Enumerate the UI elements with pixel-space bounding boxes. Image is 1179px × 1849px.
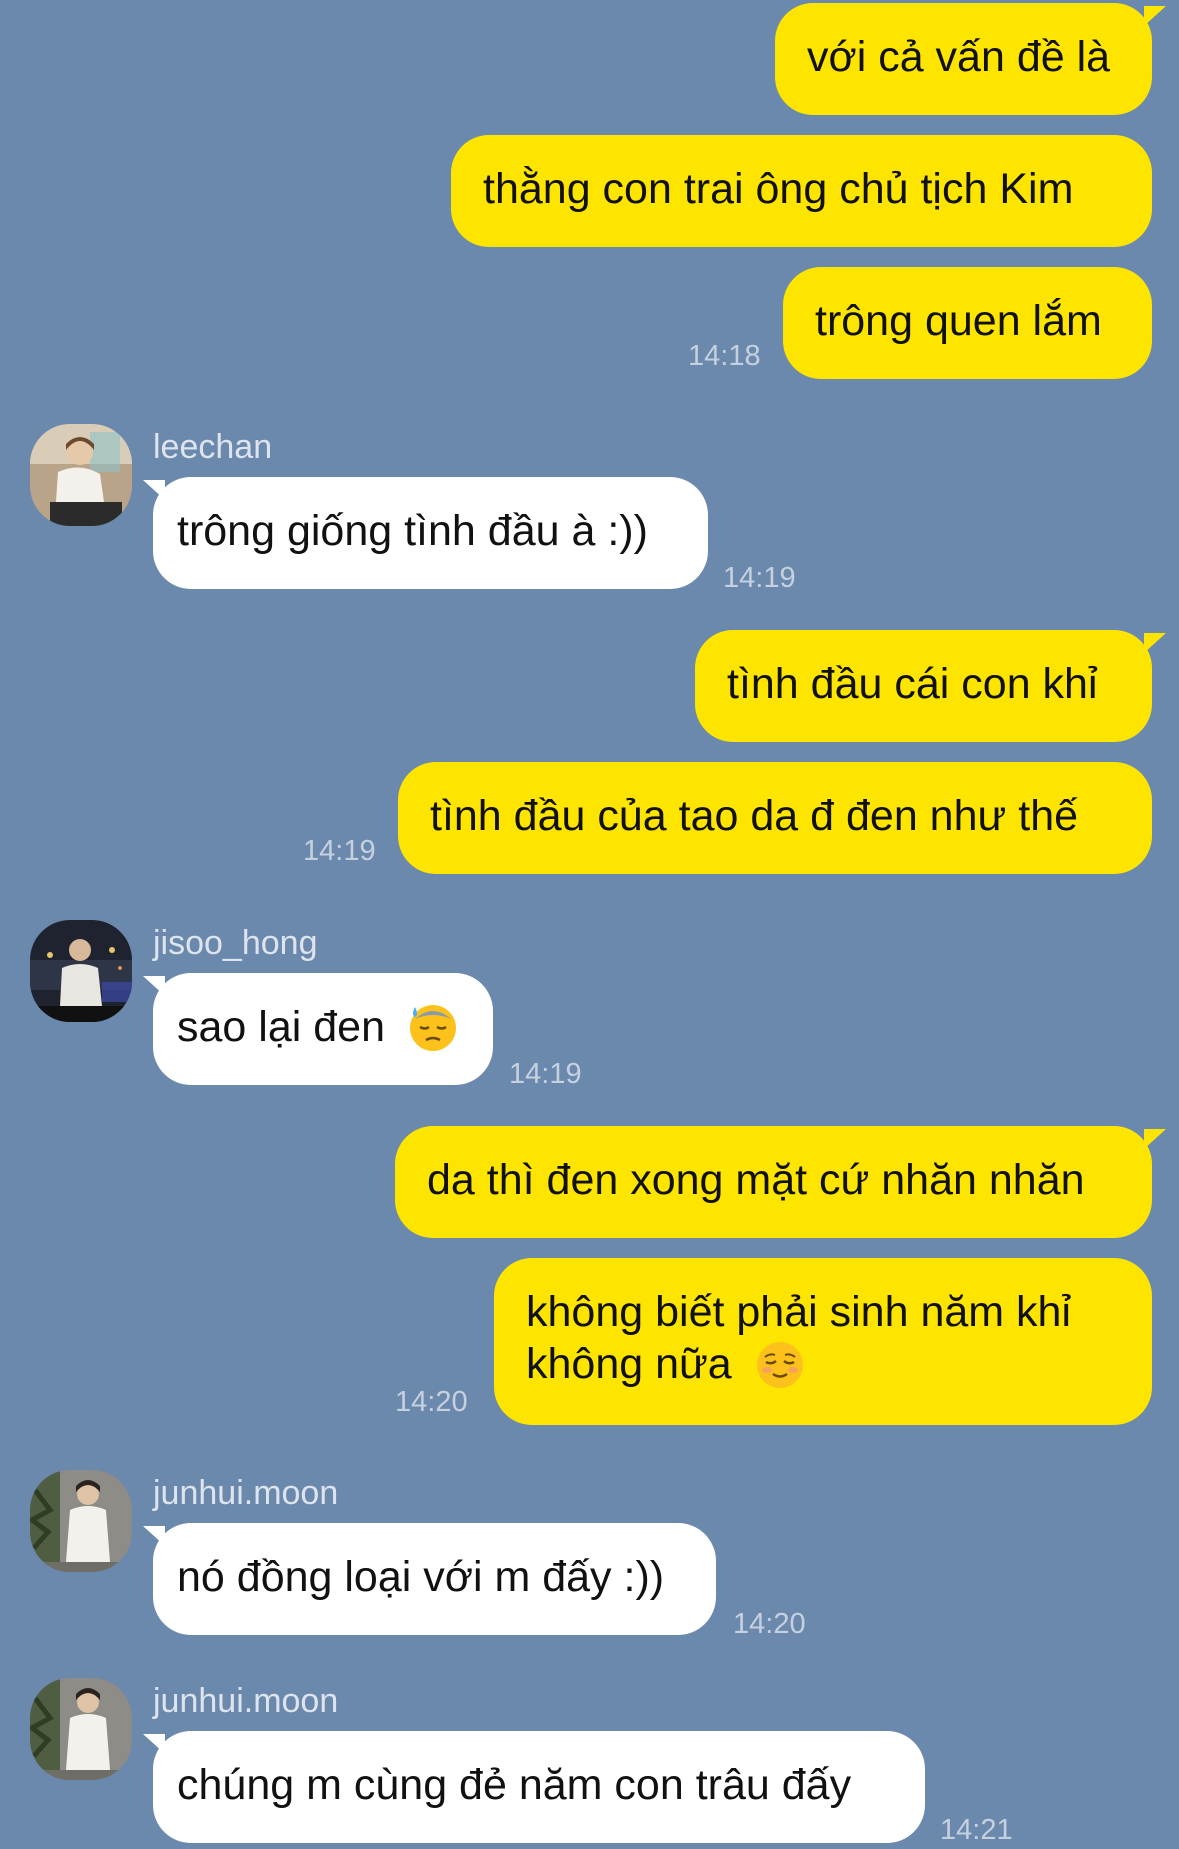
their-message-bubble[interactable]: chúng m cùng đẻ năm con trâu đấy [153, 1731, 925, 1843]
message-text: trông quen lắm [815, 297, 1102, 345]
message-text: trông giống tình đầu à :)) [177, 507, 648, 555]
downcast-sweat-face-emoji [409, 1004, 456, 1051]
sender-name: jisoo_hong [153, 924, 318, 962]
bubble-tail [1144, 633, 1166, 653]
sender-name: leechan [153, 428, 273, 466]
message-text: tình đầu cái con khỉ [727, 660, 1098, 708]
bubble-tail [1144, 6, 1166, 26]
message-text-line: không biết phải sinh năm khỉ [526, 1288, 1072, 1336]
my-message-bubble[interactable]: tình đầu cái con khỉ [695, 630, 1152, 742]
avatar-jisoo-hong[interactable] [30, 920, 132, 1022]
message-text: không nữa [526, 1340, 732, 1388]
message-text: da thì đen xong mặt cứ nhăn nhăn [427, 1156, 1085, 1204]
message-text: chúng m cùng đẻ năm con trâu đấy [177, 1761, 852, 1809]
message-timestamp: 14:19 [723, 562, 796, 594]
sender-name: junhui.moon [153, 1474, 339, 1512]
their-message-bubble[interactable]: trông giống tình đầu à :)) [153, 477, 708, 589]
sender-name: junhui.moon [153, 1682, 339, 1720]
avatar-junhui-moon[interactable] [30, 1470, 132, 1572]
my-message-bubble[interactable]: thằng con trai ông chủ tịch Kim [451, 135, 1152, 247]
message-timestamp: 14:18 [688, 340, 761, 372]
avatar-leechan[interactable] [30, 424, 132, 526]
message-text: với cả vấn đề là [807, 33, 1111, 81]
my-message-bubble[interactable]: trông quen lắm [783, 267, 1152, 379]
message-text: tình đầu của tao da đ đen như thế [430, 792, 1079, 840]
my-message-bubble[interactable]: da thì đen xong mặt cứ nhăn nhăn [395, 1126, 1152, 1238]
my-message-bubble[interactable]: không biết phải sinh năm khỉ không nữa [494, 1258, 1152, 1425]
message-text: nó đồng loại với m đấy :)) [177, 1553, 665, 1601]
message-timestamp: 14:19 [303, 835, 376, 867]
message-timestamp: 14:19 [509, 1058, 582, 1090]
message-text: thằng con trai ông chủ tịch Kim [483, 165, 1074, 213]
message-text: sao lại đen [177, 1003, 385, 1051]
avatar-junhui-moon[interactable] [30, 1678, 132, 1780]
bubble-tail [1144, 1129, 1166, 1149]
their-message-bubble[interactable]: sao lại đen [153, 973, 493, 1085]
message-timestamp: 14:20 [733, 1608, 806, 1640]
message-timestamp: 14:20 [395, 1386, 468, 1418]
my-message-bubble[interactable]: tình đầu của tao da đ đen như thế [398, 762, 1152, 874]
relieved-face-emoji [756, 1341, 803, 1388]
message-timestamp: 14:21 [940, 1814, 1013, 1846]
message-text-line-2: không nữa [526, 1338, 1120, 1390]
my-message-bubble[interactable]: với cả vấn đề là [775, 3, 1152, 115]
their-message-bubble[interactable]: nó đồng loại với m đấy :)) [153, 1523, 716, 1635]
